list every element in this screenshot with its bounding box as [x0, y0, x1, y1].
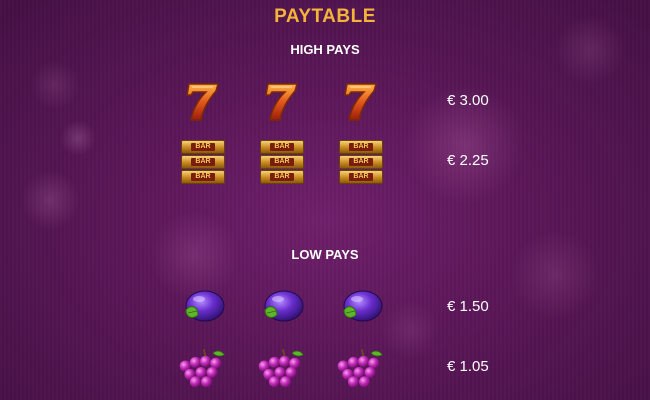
- bar-label: BAR: [349, 158, 373, 166]
- bar-label: BAR: [349, 173, 373, 181]
- payout-value: € 3.00: [447, 92, 489, 109]
- paytable-row-bar: BAR BAR BAR BAR BAR BAR BAR BAR BAR € 2.…: [0, 136, 650, 186]
- grapes-icon: [334, 342, 384, 392]
- seven-icon: [178, 76, 228, 126]
- plum-icon: [257, 282, 307, 332]
- bar-label: BAR: [270, 158, 294, 166]
- bar-icon: BAR BAR BAR: [257, 136, 307, 186]
- bar-icon: BAR BAR BAR: [178, 136, 228, 186]
- grapes-icon: [255, 342, 305, 392]
- bar-icon: BAR BAR BAR: [336, 136, 386, 186]
- low-pays-heading: LOW PAYS: [291, 247, 359, 262]
- bar-label: BAR: [191, 173, 215, 181]
- high-pays-heading: HIGH PAYS: [290, 42, 360, 57]
- paytable-row-seven: € 3.00: [0, 76, 650, 126]
- plum-icon: [336, 282, 386, 332]
- paytable-row-grapes: € 1.05: [0, 342, 650, 392]
- bar-label: BAR: [270, 173, 294, 181]
- paytable-row-plum: € 1.50: [0, 282, 650, 332]
- bar-label: BAR: [270, 143, 294, 151]
- bar-label: BAR: [191, 158, 215, 166]
- payout-value: € 1.50: [447, 298, 489, 315]
- seven-icon: [336, 76, 386, 126]
- grapes-icon: [176, 342, 226, 392]
- bar-label: BAR: [191, 143, 215, 151]
- seven-icon: [257, 76, 307, 126]
- payout-value: € 2.25: [447, 152, 489, 169]
- bar-label: BAR: [349, 143, 373, 151]
- paytable-title: PAYTABLE: [274, 6, 376, 27]
- payout-value: € 1.05: [447, 358, 489, 375]
- plum-icon: [178, 282, 228, 332]
- background-texture: [0, 0, 650, 400]
